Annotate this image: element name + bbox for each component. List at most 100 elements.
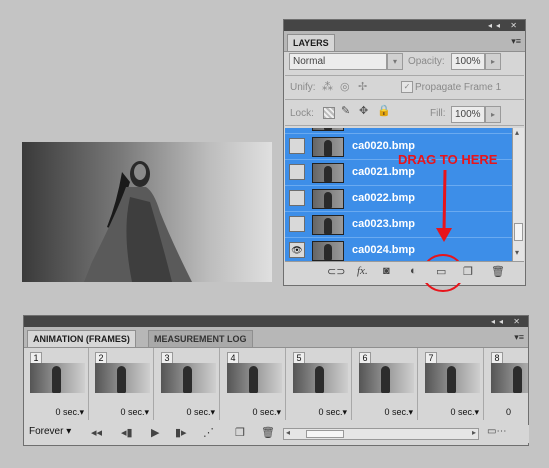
layers-list: ca0020.bmp ca0021.bmp ca0022.bmp ca0023.…: [285, 128, 512, 261]
layer-name[interactable]: ca0020.bmp: [352, 140, 415, 152]
animation-frame[interactable]: 3 0 sec.▾: [156, 348, 220, 420]
frame-thumbnail: [30, 363, 85, 393]
frame-delay[interactable]: 0 sec.▾: [506, 407, 528, 420]
drag-instruction-annotation: DRAG TO HERE: [398, 152, 498, 167]
red-arrow-annotation: [436, 169, 452, 242]
next-frame-icon[interactable]: ▮▸: [175, 426, 187, 439]
tween-icon[interactable]: ⋰: [203, 426, 214, 439]
adjustment-icon[interactable]: ◐: [410, 265, 417, 277]
collapse-close-icon[interactable]: ◂◂ ✕: [491, 316, 524, 327]
lock-paint-icon[interactable]: ✎: [341, 104, 350, 117]
visibility-toggle[interactable]: [289, 164, 305, 180]
document-canvas-photo: [22, 142, 272, 282]
scroll-up-icon[interactable]: ▴: [515, 128, 519, 137]
panel-titlebar[interactable]: ◂◂ ✕: [24, 316, 528, 327]
unify-position-icon[interactable]: ⁂: [322, 80, 333, 93]
frame-thumbnail: [425, 363, 480, 393]
collapse-close-icon[interactable]: ◂◂ ✕: [488, 20, 521, 31]
fill-label: Fill:: [430, 108, 446, 119]
blend-mode-select[interactable]: Normal: [289, 53, 387, 70]
layer-row[interactable]: 👁 ca0024.bmp: [285, 238, 512, 261]
layer-name[interactable]: ca0024.bmp: [352, 244, 415, 256]
propagate-checkbox[interactable]: ✓: [401, 81, 413, 93]
lock-transparent-icon[interactable]: [323, 107, 335, 119]
eye-icon[interactable]: 👁: [289, 242, 305, 258]
panel-titlebar[interactable]: ◂◂ ✕: [284, 20, 525, 31]
frame-delay[interactable]: 0 sec.▾: [252, 407, 281, 418]
unify-visibility-icon[interactable]: ◎: [340, 80, 350, 93]
frame-delay[interactable]: 0 sec.▾: [450, 407, 479, 418]
panel-menu-icon[interactable]: ▾≡: [511, 36, 521, 47]
unify-label: Unify:: [290, 82, 316, 93]
scrollbar-thumb[interactable]: [514, 223, 523, 241]
tab-layers[interactable]: LAYERS: [287, 34, 335, 51]
layer-name[interactable]: ca0023.bmp: [352, 218, 415, 230]
loop-select[interactable]: Forever ▾: [29, 426, 71, 437]
lock-move-icon[interactable]: ✥: [359, 104, 368, 117]
previous-frame-icon[interactable]: ◂▮: [121, 426, 133, 439]
layer-thumbnail: [312, 137, 344, 157]
panel-menu-icon[interactable]: ▾≡: [514, 332, 524, 343]
scrollbar-thumb[interactable]: [306, 430, 344, 438]
propagate-label: Propagate Frame 1: [415, 82, 502, 93]
visibility-toggle[interactable]: [289, 138, 305, 154]
mask-icon[interactable]: ◙: [383, 265, 390, 277]
animation-frame[interactable]: 8 0 sec.▾: [486, 348, 528, 420]
layers-scrollbar[interactable]: ▴ ▾: [512, 128, 524, 261]
visibility-toggle[interactable]: [289, 190, 305, 206]
animation-frame[interactable]: 5 0 sec.▾: [288, 348, 352, 420]
animation-frame[interactable]: 7 0 sec.▾: [420, 348, 484, 420]
blend-mode-dropdown-icon[interactable]: ▾: [387, 53, 403, 70]
woman-figure-image: [84, 161, 192, 282]
tab-measurement-log[interactable]: MEASUREMENT LOG: [148, 330, 253, 347]
layer-name[interactable]: ca0021.bmp: [352, 166, 415, 178]
lock-all-icon[interactable]: 🔒: [377, 104, 391, 117]
opacity-label: Opacity:: [408, 56, 445, 67]
animation-frame[interactable]: 1 0 sec.▾: [25, 348, 89, 420]
frames-scrollbar[interactable]: ◂ ▸: [283, 428, 479, 440]
unify-style-icon[interactable]: ✢: [358, 80, 367, 93]
opacity-slider-icon[interactable]: ▸: [485, 53, 501, 70]
duplicate-frame-icon[interactable]: ❐: [235, 426, 245, 439]
delete-frame-icon[interactable]: 🗑: [261, 426, 275, 439]
animation-frame[interactable]: 6 0 sec.▾: [354, 348, 418, 420]
frame-thumbnail: [359, 363, 414, 393]
fill-field[interactable]: 100%: [451, 106, 485, 123]
first-frame-icon[interactable]: ◂◂: [91, 426, 102, 439]
layer-name[interactable]: ca0022.bmp: [352, 192, 415, 204]
scroll-left-icon[interactable]: ◂: [286, 428, 290, 437]
layer-row[interactable]: ca0023.bmp: [285, 212, 512, 238]
lock-label: Lock:: [290, 108, 314, 119]
link-icon[interactable]: ⊂⊃: [327, 265, 345, 278]
layer-thumbnail: [312, 241, 344, 261]
animation-frame[interactable]: 2 0 sec.▾: [90, 348, 154, 420]
layer-thumbnail: [312, 189, 344, 209]
visibility-toggle[interactable]: [289, 216, 305, 232]
frame-thumbnail: [227, 363, 282, 393]
layer-row[interactable]: ca0022.bmp: [285, 186, 512, 212]
layer-thumbnail: [312, 215, 344, 235]
layers-tab-row: LAYERS ▾≡: [284, 31, 525, 52]
frame-delay[interactable]: 0 sec.▾: [120, 407, 149, 418]
scroll-right-icon[interactable]: ▸: [472, 428, 476, 437]
frame-delay[interactable]: 0 sec.▾: [384, 407, 413, 418]
timeline-mode-icon[interactable]: ▭⋯: [487, 426, 506, 437]
tab-animation-frames[interactable]: ANIMATION (FRAMES): [27, 330, 136, 347]
opacity-field[interactable]: 100%: [451, 53, 485, 70]
frame-thumbnail: [161, 363, 216, 393]
frame-thumbnail: [293, 363, 348, 393]
animation-toolbar: Forever ▾ ◂◂ ◂▮ ▶ ▮▸ ⋰ ❐ 🗑 ◂ ▸ ▭⋯: [25, 425, 529, 443]
frame-delay[interactable]: 0 sec.▾: [186, 407, 215, 418]
layers-footer: ⊂⊃ fx. ◙ ◐ ▭ ❐ 🗑: [285, 261, 524, 283]
frame-thumbnail: [95, 363, 150, 393]
frame-delay[interactable]: 0 sec.▾: [55, 407, 84, 418]
animation-frame[interactable]: 4 0 sec.▾: [222, 348, 286, 420]
fx-icon[interactable]: fx.: [357, 265, 368, 277]
frame-delay[interactable]: 0 sec.▾: [318, 407, 347, 418]
new-layer-icon[interactable]: ❐: [463, 265, 473, 278]
trash-icon[interactable]: 🗑: [491, 265, 505, 278]
new-group-icon[interactable]: ▭: [436, 265, 446, 278]
play-icon[interactable]: ▶: [151, 426, 159, 439]
scroll-down-icon[interactable]: ▾: [515, 248, 519, 257]
fill-slider-icon[interactable]: ▸: [485, 106, 501, 123]
